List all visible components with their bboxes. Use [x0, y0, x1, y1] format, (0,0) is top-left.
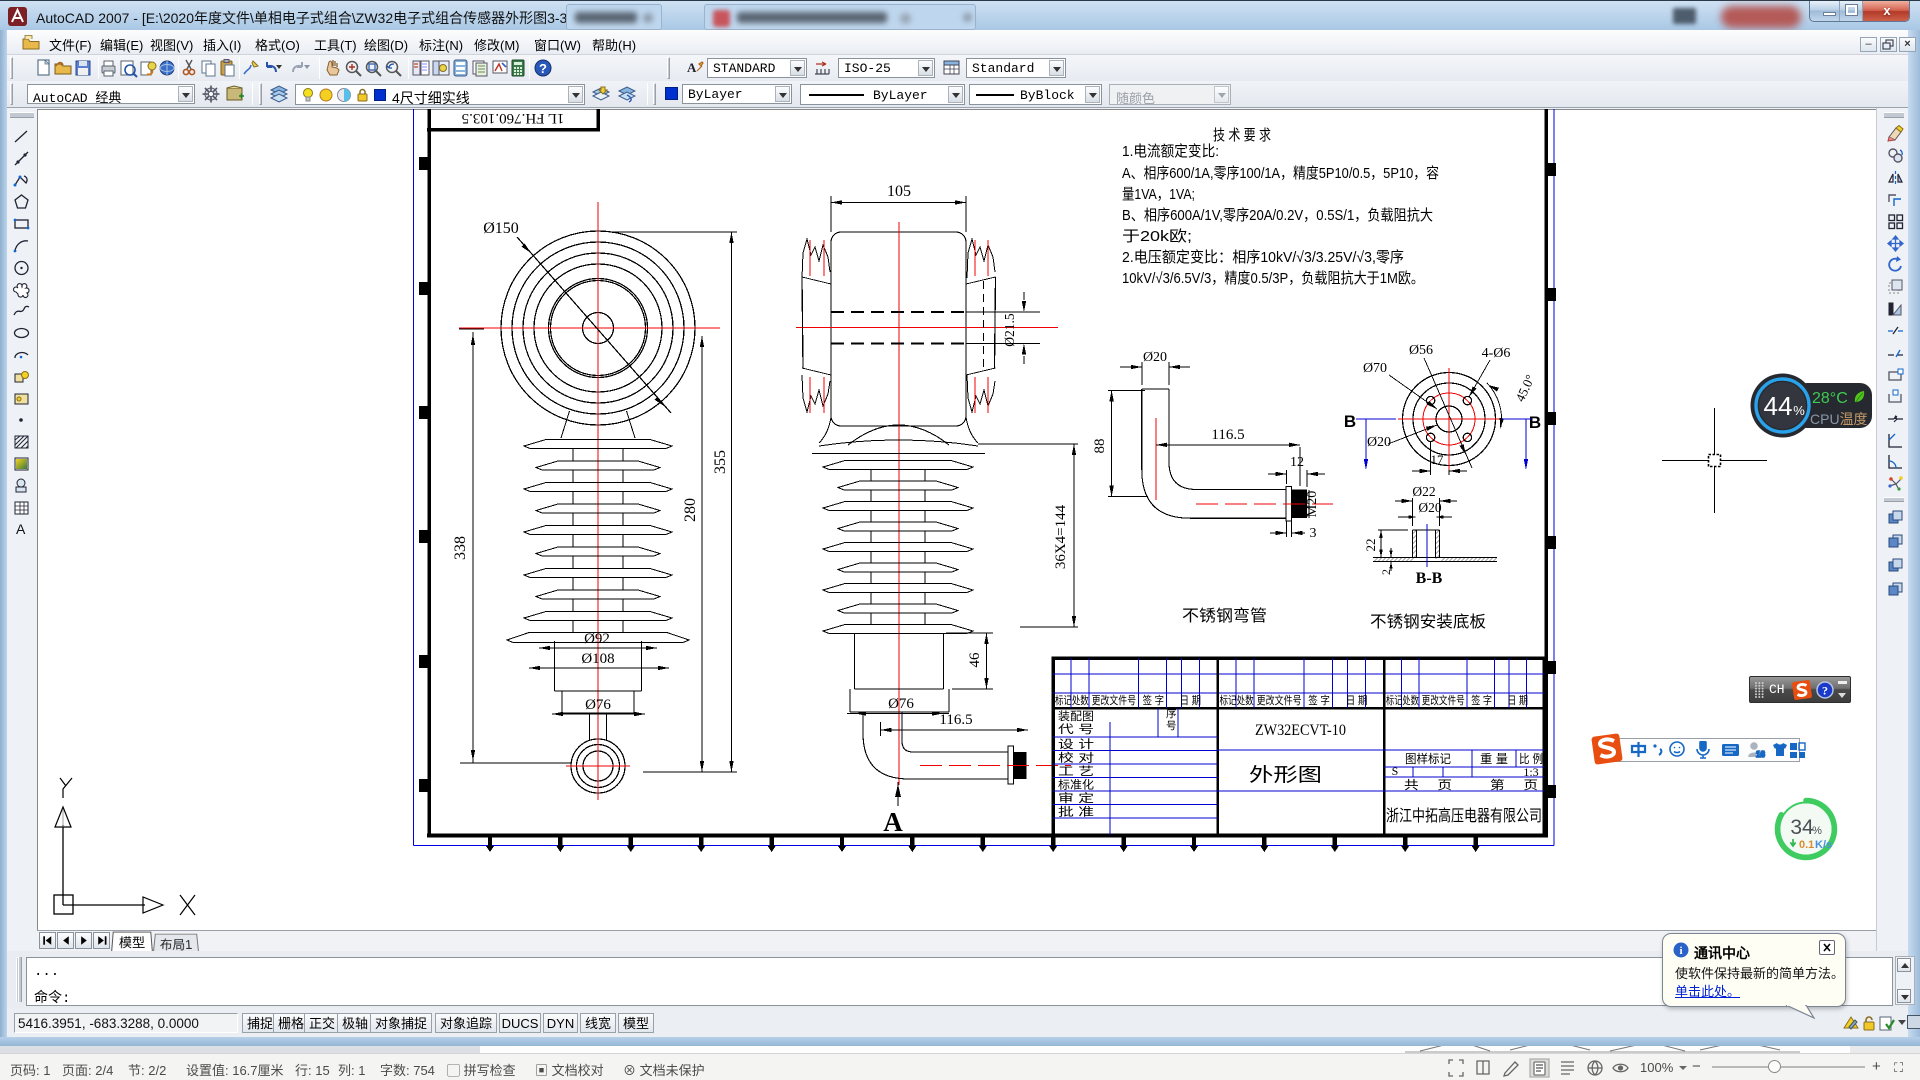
svg-text:105: 105: [887, 183, 911, 200]
svg-text:号: 号: [1166, 720, 1177, 732]
svg-text:i: i: [1679, 945, 1682, 957]
svg-text:Ø21.5: Ø21.5: [1002, 313, 1017, 347]
svg-text:序: 序: [1166, 707, 1177, 720]
svg-text:批 准: 批 准: [1058, 805, 1094, 819]
svg-text:Ø56: Ø56: [1409, 343, 1433, 358]
svg-text:36X4=144: 36X4=144: [1053, 504, 1069, 569]
svg-text:标记处数: 标记处数: [1220, 693, 1254, 707]
svg-text:代 号: 代 号: [1058, 723, 1094, 736]
svg-text:1L FH.760.103.5: 1L FH.760.103.5: [462, 110, 565, 126]
svg-text:A: A: [687, 60, 697, 75]
svg-text:日 期: 日 期: [1180, 694, 1201, 707]
svg-text:2.电压额定变比：相序10kV/√3/3.25V/√3,零序: 2.电压额定变比：相序10kV/√3/3.25V/√3,零序: [1122, 249, 1404, 266]
svg-text:12: 12: [1290, 455, 1304, 470]
svg-text:Ø20: Ø20: [1143, 350, 1167, 365]
svg-text:标记处数: 标记处数: [1055, 693, 1089, 707]
svg-text:K/s: K/s: [1815, 839, 1832, 851]
svg-text:不锈钢安装底板: 不锈钢安装底板: [1370, 613, 1486, 631]
svg-text:更改文件号: 更改文件号: [1422, 693, 1465, 707]
svg-text:2: 2: [1379, 569, 1393, 575]
svg-text:3: 3: [1310, 526, 1317, 541]
svg-text:355: 355: [712, 450, 729, 474]
svg-text:46: 46: [967, 652, 983, 668]
svg-text:17: 17: [1431, 452, 1445, 467]
svg-text:10kV/√3/6.5V/3，精度0.5/3P，负载阻抗大于: 10kV/√3/6.5V/3，精度0.5/3P，负载阻抗大于1M欧。: [1122, 270, 1424, 287]
svg-text:Ø150: Ø150: [483, 220, 519, 237]
svg-text:88: 88: [1092, 439, 1108, 454]
svg-text:M20: M20: [1305, 491, 1320, 517]
svg-text:B、相序600A/1V,零序20A/0.2V，0.5S/1，: B、相序600A/1V,零序20A/0.2V，0.5S/1，负载阻抗大: [1122, 207, 1433, 224]
svg-text:更改文件号: 更改文件号: [1092, 693, 1136, 707]
svg-text:%: %: [1793, 403, 1805, 418]
svg-text:校 对: 校 对: [1058, 751, 1095, 765]
svg-text:Ø20: Ø20: [1367, 435, 1391, 450]
svg-text:A: A: [16, 521, 26, 537]
svg-text:22: 22: [1363, 539, 1378, 552]
svg-text:34: 34: [1790, 816, 1814, 839]
svg-text:重 量: 重 量: [1480, 752, 1508, 766]
svg-text:Ø22: Ø22: [1412, 484, 1435, 499]
svg-text:装配图: 装配图: [1058, 710, 1094, 723]
svg-text:A: A: [883, 807, 903, 837]
svg-text:1:3: 1:3: [1523, 765, 1538, 779]
svg-text:标准化: 标准化: [1058, 778, 1095, 792]
svg-text:比 例: 比 例: [1519, 752, 1543, 766]
svg-text:Ø20: Ø20: [1418, 500, 1441, 515]
svg-text:审 定: 审 定: [1058, 791, 1095, 805]
svg-text:1.电流额定变比:: 1.电流额定变比:: [1122, 143, 1219, 160]
svg-text:0.1: 0.1: [1799, 839, 1814, 851]
svg-text:A、相序600/1A,零序100/1A，精度5P10/0.5: A、相序600/1A,零序100/1A，精度5P10/0.5，5P10，容: [1122, 165, 1439, 182]
svg-text:Ø76: Ø76: [888, 696, 914, 712]
svg-text:第 页: 第 页: [1490, 778, 1538, 792]
svg-text:16: 16: [1756, 750, 1765, 759]
svg-text:Ø108: Ø108: [581, 651, 614, 667]
svg-text:45.0°: 45.0°: [1512, 372, 1537, 404]
svg-text:日 期: 日 期: [1507, 694, 1528, 707]
svg-text:图样标记: 图样标记: [1405, 751, 1451, 766]
svg-text:日 期: 日 期: [1346, 694, 1368, 707]
svg-text:技 术 要 求: 技 术 要 求: [1213, 127, 1271, 144]
svg-text:标记处数: 标记处数: [1386, 693, 1419, 707]
svg-text:签 字: 签 字: [1308, 693, 1330, 707]
svg-text:116.5: 116.5: [939, 712, 972, 728]
svg-text:ZW32ECVT-10: ZW32ECVT-10: [1255, 722, 1346, 739]
svg-text:Ø70: Ø70: [1363, 361, 1387, 376]
svg-text:4-Ø6: 4-Ø6: [1482, 346, 1511, 361]
svg-text:不锈钢弯管: 不锈钢弯管: [1182, 607, 1267, 625]
svg-text:量1VA，1VA;: 量1VA，1VA;: [1122, 186, 1195, 203]
svg-text:338: 338: [452, 536, 469, 560]
svg-text:44: 44: [1764, 391, 1793, 421]
svg-text:外形图: 外形图: [1249, 764, 1322, 786]
svg-text:浙江中拓高压电器有限公司: 浙江中拓高压电器有限公司: [1386, 807, 1542, 825]
svg-text:B-B: B-B: [1416, 570, 1443, 587]
svg-text:B: B: [1529, 413, 1541, 432]
svg-text:Ø92: Ø92: [584, 631, 610, 647]
svg-text:签 字: 签 字: [1143, 693, 1164, 707]
svg-text:工 艺: 工 艺: [1058, 765, 1094, 778]
svg-text:更改文件号: 更改文件号: [1257, 693, 1302, 707]
svg-text:%: %: [1812, 825, 1822, 837]
svg-text:?: ?: [1822, 684, 1828, 698]
svg-text:Ø76: Ø76: [585, 697, 611, 713]
svg-text:共 页: 共 页: [1404, 778, 1452, 792]
svg-text:?: ?: [539, 61, 547, 76]
svg-text:于20k欧;: 于20k欧;: [1122, 228, 1192, 245]
svg-text:S: S: [1392, 764, 1399, 778]
svg-text:签 字: 签 字: [1471, 693, 1492, 707]
svg-text:设 计: 设 计: [1058, 738, 1095, 751]
svg-text:116.5: 116.5: [1211, 427, 1244, 443]
svg-text:B: B: [1344, 412, 1356, 431]
svg-text:280: 280: [682, 498, 699, 522]
